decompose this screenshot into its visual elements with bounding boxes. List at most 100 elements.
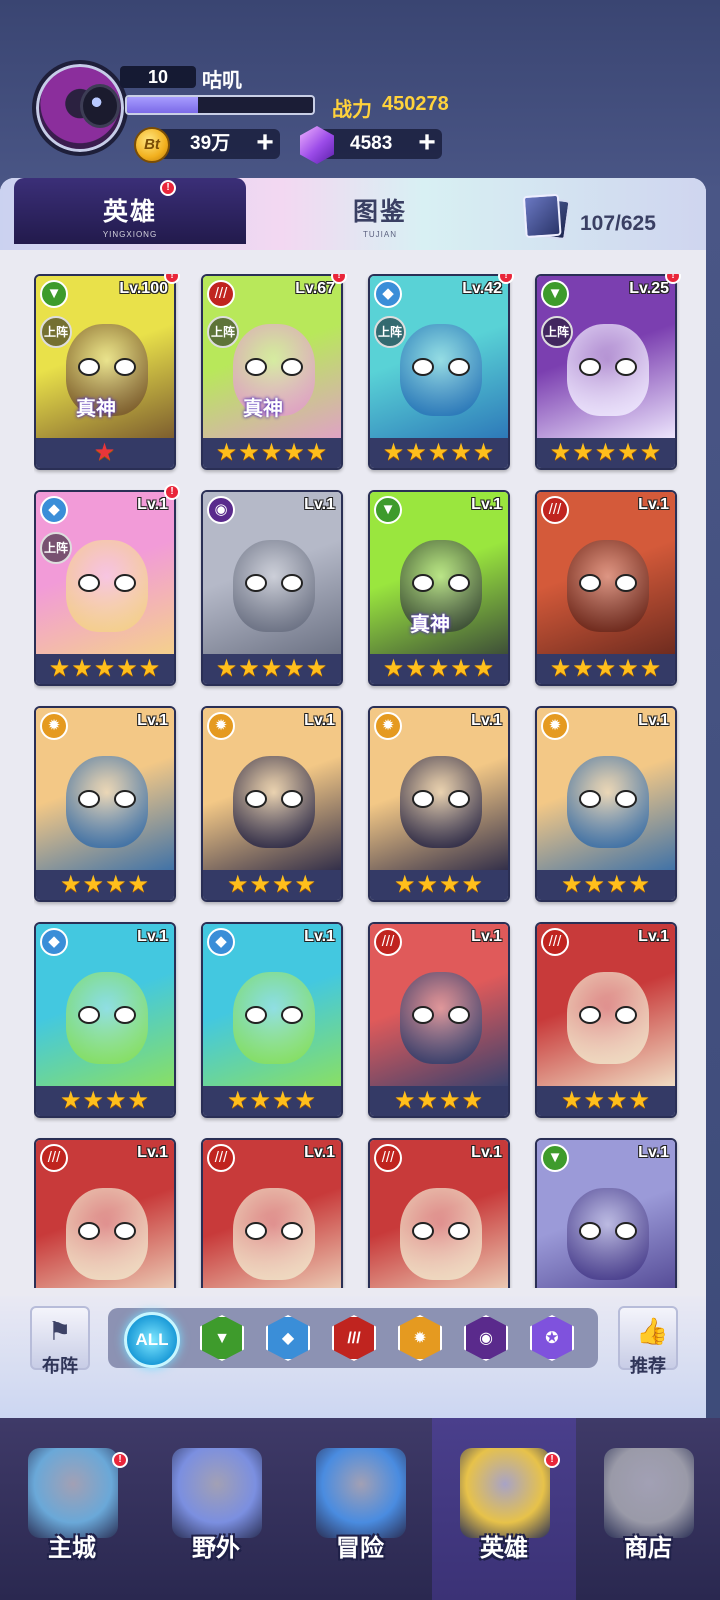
hero-level: Lv.1 bbox=[137, 1144, 168, 1161]
true-god-mark: 真神 bbox=[76, 398, 116, 420]
hero-star-rating: ★★★★★ bbox=[203, 654, 341, 684]
hero-eyes bbox=[412, 574, 470, 592]
deployed-badge: 上阵 bbox=[207, 316, 239, 348]
hero-level: Lv.1 bbox=[471, 496, 502, 513]
player-level: 10 bbox=[120, 66, 196, 88]
hero-card[interactable]: ▼ Lv.100 上阵 真神 ★ bbox=[34, 274, 176, 470]
hero-star-rating: ★★★★ bbox=[537, 1086, 675, 1116]
hero-card[interactable]: /// Lv.67 上阵 真神 ★★★★★ bbox=[201, 274, 343, 470]
nav-item[interactable]: 主城! bbox=[0, 1418, 144, 1600]
filter-violet-button[interactable]: ✪ bbox=[530, 1315, 574, 1361]
nav-alert-badge: ! bbox=[112, 1452, 128, 1468]
field-icon bbox=[172, 1448, 262, 1538]
deployed-badge: 上阵 bbox=[40, 316, 72, 348]
power-value: 450278 bbox=[382, 93, 449, 115]
hero-card[interactable]: ▼ Lv.1 bbox=[535, 1138, 677, 1288]
formation-label: 布阵 bbox=[42, 1356, 78, 1376]
hero-faction-water-drop-icon: ◆ bbox=[40, 496, 68, 524]
nav-label: 英雄 bbox=[480, 1535, 528, 1562]
filter-orange-button[interactable]: ✹ bbox=[398, 1315, 442, 1361]
hero-card[interactable]: ◆ Lv.1 ★★★★ bbox=[34, 922, 176, 1118]
filter-red-button[interactable]: /// bbox=[332, 1315, 376, 1361]
collection-count: 107/625 bbox=[580, 212, 656, 235]
hero-level: Lv.1 bbox=[304, 712, 335, 729]
hero-card[interactable]: ◉ Lv.1 ★★★★★ bbox=[201, 490, 343, 686]
hero-eyes bbox=[579, 1222, 637, 1240]
filter-blue-button[interactable]: ◆ bbox=[266, 1315, 310, 1361]
filter-green-button[interactable]: ▼ bbox=[200, 1315, 244, 1361]
hero-alert-badge: ! bbox=[164, 274, 180, 284]
hero-eyes bbox=[245, 1222, 303, 1240]
hero-level: Lv.1 bbox=[638, 712, 669, 729]
tabs-bar: 英雄 YINGXIONG ! 图鉴 TUJIAN 107/625 bbox=[0, 178, 706, 250]
add-coins-button[interactable]: + bbox=[251, 128, 279, 158]
tab-heroes-subtitle: YINGXIONG bbox=[102, 230, 158, 239]
leaf-icon: ▼ bbox=[214, 1330, 230, 1347]
hero-card[interactable]: ✹ Lv.1 ★★★★ bbox=[368, 706, 510, 902]
thumbs-up-icon: 👍 bbox=[636, 1316, 669, 1346]
true-god-mark: 真神 bbox=[410, 614, 450, 636]
hero-eyes bbox=[412, 358, 470, 376]
hero-card[interactable]: /// Lv.1 ★★★★ bbox=[368, 922, 510, 1118]
bottom-nav: 主城! 野外 冒险 英雄! 商店 bbox=[0, 1418, 720, 1600]
hero-eyes bbox=[412, 1006, 470, 1024]
hero-faction-water-drop-icon: ◆ bbox=[40, 928, 68, 956]
hero-eyes bbox=[579, 358, 637, 376]
deployed-badge: 上阵 bbox=[374, 316, 406, 348]
gem-amount: 4583 bbox=[350, 133, 393, 154]
hero-alert-badge: ! bbox=[665, 274, 681, 284]
tab-heroes[interactable]: 英雄 YINGXIONG bbox=[14, 178, 246, 244]
hero-card[interactable]: ✹ Lv.1 ★★★★ bbox=[201, 706, 343, 902]
hero-card[interactable]: ✹ Lv.1 ★★★★ bbox=[535, 706, 677, 902]
hero-card[interactable]: ◆ Lv.1 ★★★★ bbox=[201, 922, 343, 1118]
hero-card[interactable]: ▼ Lv.25 上阵 ★★★★★ bbox=[535, 274, 677, 470]
hero-eyes bbox=[78, 1222, 136, 1240]
hero-eyes bbox=[579, 1006, 637, 1024]
hero-star-rating: ★★★★ bbox=[370, 870, 508, 900]
card-collection-icon bbox=[529, 195, 571, 241]
tab-heroes-title: 英雄 bbox=[102, 198, 157, 226]
nav-label: 主城 bbox=[48, 1535, 96, 1562]
deployed-badge: 上阵 bbox=[40, 532, 72, 564]
nav-item[interactable]: 冒险 bbox=[288, 1418, 432, 1600]
filter-purple-button[interactable]: ◉ bbox=[464, 1315, 508, 1361]
hero-card[interactable]: /// Lv.1 ★★★★ bbox=[535, 922, 677, 1118]
shop-icon bbox=[604, 1448, 694, 1538]
hero-card[interactable]: ◆ Lv.42 上阵 ★★★★★ bbox=[368, 274, 510, 470]
hero-star-rating: ★★★★★ bbox=[370, 438, 508, 468]
hero-card[interactable]: /// Lv.1 bbox=[201, 1138, 343, 1288]
hero-level: Lv.1 bbox=[638, 496, 669, 513]
tab-atlas-title: 图鉴 bbox=[352, 198, 407, 226]
nav-item[interactable]: 野外 bbox=[144, 1418, 288, 1600]
hero-card[interactable]: ◆ Lv.1 上阵 ★★★★★ bbox=[34, 490, 176, 686]
hero-level: Lv.1 bbox=[638, 928, 669, 945]
hero-eyes bbox=[579, 790, 637, 808]
coin-amount: 39万 bbox=[190, 133, 231, 154]
hero-card[interactable]: /// Lv.1 bbox=[34, 1138, 176, 1288]
hero-faction-sun-icon: ✹ bbox=[207, 712, 235, 740]
hero-card[interactable]: /// Lv.1 bbox=[368, 1138, 510, 1288]
hero-faction-sun-icon: ✹ bbox=[541, 712, 569, 740]
hero-eyes bbox=[245, 358, 303, 376]
add-gems-button[interactable]: + bbox=[413, 128, 441, 158]
hero-card[interactable]: ✹ Lv.1 ★★★★ bbox=[34, 706, 176, 902]
hero-level: Lv.1 bbox=[137, 712, 168, 729]
hero-card[interactable]: ▼ Lv.1 真神 ★★★★★ bbox=[368, 490, 510, 686]
hero-eyes bbox=[412, 1222, 470, 1240]
hero-eyes bbox=[579, 574, 637, 592]
hero-card[interactable]: /// Lv.1 ★★★★★ bbox=[535, 490, 677, 686]
filter-all-button[interactable]: ALL bbox=[124, 1312, 180, 1368]
nav-item[interactable]: 商店 bbox=[576, 1418, 720, 1600]
hero-level: Lv.1 bbox=[304, 928, 335, 945]
hero-level: Lv.100 bbox=[119, 280, 168, 297]
tab-atlas[interactable]: 图鉴 TUJIAN bbox=[290, 178, 470, 244]
player-avatar[interactable] bbox=[32, 60, 128, 156]
eye-icon: ◉ bbox=[479, 1330, 493, 1347]
claw-icon: /// bbox=[347, 1330, 361, 1347]
tab-heroes-alert-badge: ! bbox=[160, 180, 176, 196]
hero-star-rating: ★★★★★ bbox=[203, 438, 341, 468]
nav-alert-badge: ! bbox=[544, 1452, 560, 1468]
nav-item[interactable]: 英雄! bbox=[432, 1418, 576, 1600]
hero-star-rating: ★★★★ bbox=[370, 1086, 508, 1116]
hero-level: Lv.25 bbox=[629, 280, 669, 297]
